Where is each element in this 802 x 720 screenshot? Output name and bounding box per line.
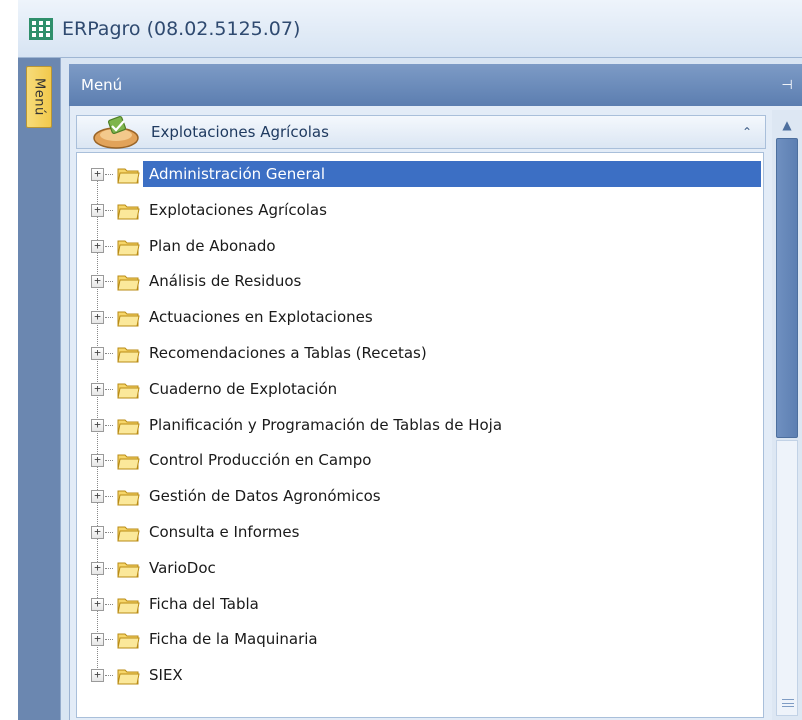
group-header[interactable]: Explotaciones Agrícolas ⌃: [76, 115, 766, 149]
expand-plus-icon[interactable]: +: [91, 561, 104, 575]
tree-connector: [105, 245, 113, 247]
tree-connector: [105, 174, 113, 175]
expand-plus-icon[interactable]: +: [91, 633, 104, 647]
expand-plus-icon[interactable]: +: [91, 490, 104, 504]
double-chevron-up-icon[interactable]: ⌃: [739, 124, 755, 140]
tree-connector: [105, 388, 113, 390]
tree-connector: [105, 281, 113, 283]
tree-item[interactable]: + Administración General: [77, 157, 763, 191]
tree-item-label: Cuaderno de Explotación: [149, 379, 338, 398]
tree-connector: [105, 639, 113, 641]
tree-item[interactable]: + Actuaciones en Explotaciones: [77, 300, 763, 334]
expand-plus-icon[interactable]: +: [91, 275, 104, 289]
tree-item[interactable]: + Ficha del Tabla: [77, 587, 763, 621]
expand-plus-icon[interactable]: +: [91, 597, 104, 611]
folder-icon: [117, 490, 140, 506]
tree-item-label: SIEX: [149, 666, 183, 685]
tree-connector: [105, 424, 113, 426]
grip-icon: [782, 699, 794, 707]
tree-connector: [105, 460, 113, 462]
folder-icon: [117, 347, 140, 363]
tree-item-label: Administración General: [143, 161, 761, 187]
menu-panel: Menú ⊣ Explotaciones Agrícolas ⌃ + Admin…: [60, 58, 802, 720]
expand-plus-icon[interactable]: +: [91, 311, 104, 325]
tree-connector: [105, 675, 113, 677]
menu-panel-body: Explotaciones Agrícolas ⌃ + Administraci…: [69, 106, 802, 720]
folder-icon: [117, 275, 140, 291]
tree-item[interactable]: + Explotaciones Agrícolas: [77, 193, 763, 227]
tree-item-label: Ficha de la Maquinaria: [149, 630, 318, 649]
scroll-up-icon[interactable]: ▲: [772, 114, 802, 136]
tree-connector: [105, 496, 113, 498]
expand-plus-icon[interactable]: +: [91, 239, 104, 253]
pin-icon[interactable]: ⊣: [779, 78, 795, 93]
tree-item[interactable]: + VarioDoc: [77, 551, 763, 585]
expand-plus-icon[interactable]: +: [91, 168, 104, 181]
tree-connector: [105, 209, 113, 211]
expand-plus-icon[interactable]: +: [91, 526, 104, 539]
tree-item[interactable]: + Plan de Abonado: [77, 229, 763, 263]
tree-item-label: Planificación y Programación de Tablas d…: [149, 415, 503, 434]
tree-item-label: Recomendaciones a Tablas (Recetas): [149, 344, 427, 362]
tree-item[interactable]: + SIEX: [77, 658, 763, 692]
expand-plus-icon[interactable]: +: [91, 669, 104, 683]
menu-dock-tab[interactable]: Menú: [26, 66, 52, 128]
tree-connector: [105, 532, 113, 533]
folder-icon: [117, 383, 140, 399]
tree-connector: [105, 353, 113, 354]
tractor-seed-icon: [93, 115, 139, 149]
folder-icon: [117, 526, 140, 542]
menu-tree: + Administración General + Explotaciones…: [76, 152, 764, 718]
expand-plus-icon[interactable]: +: [91, 382, 104, 396]
folder-icon: [117, 633, 140, 649]
tree-item-label: Control Producción en Campo: [149, 451, 372, 470]
scroll-thumb[interactable]: [776, 138, 798, 438]
folder-icon: [117, 669, 140, 685]
tree-connector: [105, 317, 113, 319]
folder-icon: [117, 168, 140, 184]
tree-item-label: Explotaciones Agrícolas: [149, 200, 327, 219]
scroll-track[interactable]: [776, 440, 798, 716]
expand-plus-icon[interactable]: +: [91, 203, 104, 217]
tree-item[interactable]: + Cuaderno de Explotación: [77, 372, 763, 406]
tree-connector: [105, 603, 113, 605]
tree-item[interactable]: + Análisis de Residuos: [77, 264, 763, 298]
tree-item[interactable]: + Control Producción en Campo: [77, 443, 763, 477]
window-title: ERPagro (08.02.5125.07): [62, 17, 301, 40]
vertical-scrollbar[interactable]: ▲: [772, 110, 802, 720]
menu-dock-tab-label: Menú: [31, 78, 47, 116]
folder-icon: [117, 204, 140, 220]
expand-plus-icon[interactable]: +: [91, 418, 104, 432]
expand-plus-icon[interactable]: +: [91, 347, 104, 360]
tree-item-label: Plan de Abonado: [149, 236, 276, 255]
tree-item[interactable]: + Recomendaciones a Tablas (Recetas): [77, 336, 763, 370]
tree-item[interactable]: + Gestión de Datos Agronómicos: [77, 479, 763, 513]
folder-icon: [117, 598, 140, 614]
tree-item[interactable]: + Consulta e Informes: [77, 515, 763, 549]
tree-item[interactable]: + Planificación y Programación de Tablas…: [77, 408, 763, 442]
group-title: Explotaciones Agrícolas: [151, 123, 329, 141]
tree-item-label: Actuaciones en Explotaciones: [149, 308, 373, 327]
tree-item-label: VarioDoc: [149, 558, 216, 577]
tree-item-label: Gestión de Datos Agronómicos: [149, 487, 381, 506]
tree-item[interactable]: + Ficha de la Maquinaria: [77, 622, 763, 656]
folder-icon: [117, 562, 140, 578]
tree-item-label: Consulta e Informes: [149, 523, 300, 541]
grid-app-icon: [29, 17, 53, 40]
folder-icon: [117, 240, 140, 256]
menu-panel-header: Menú ⊣: [69, 64, 802, 106]
folder-icon: [117, 311, 140, 327]
folder-icon: [117, 419, 140, 435]
tree-item-label: Análisis de Residuos: [149, 272, 302, 291]
dock-strip: [18, 58, 60, 720]
tree-item-label: Ficha del Tabla: [149, 594, 259, 613]
menu-panel-title: Menú: [81, 76, 123, 94]
tree-connector: [105, 567, 113, 569]
window-titlebar[interactable]: ERPagro (08.02.5125.07): [18, 0, 802, 58]
folder-icon: [117, 454, 140, 470]
expand-plus-icon[interactable]: +: [91, 454, 104, 468]
